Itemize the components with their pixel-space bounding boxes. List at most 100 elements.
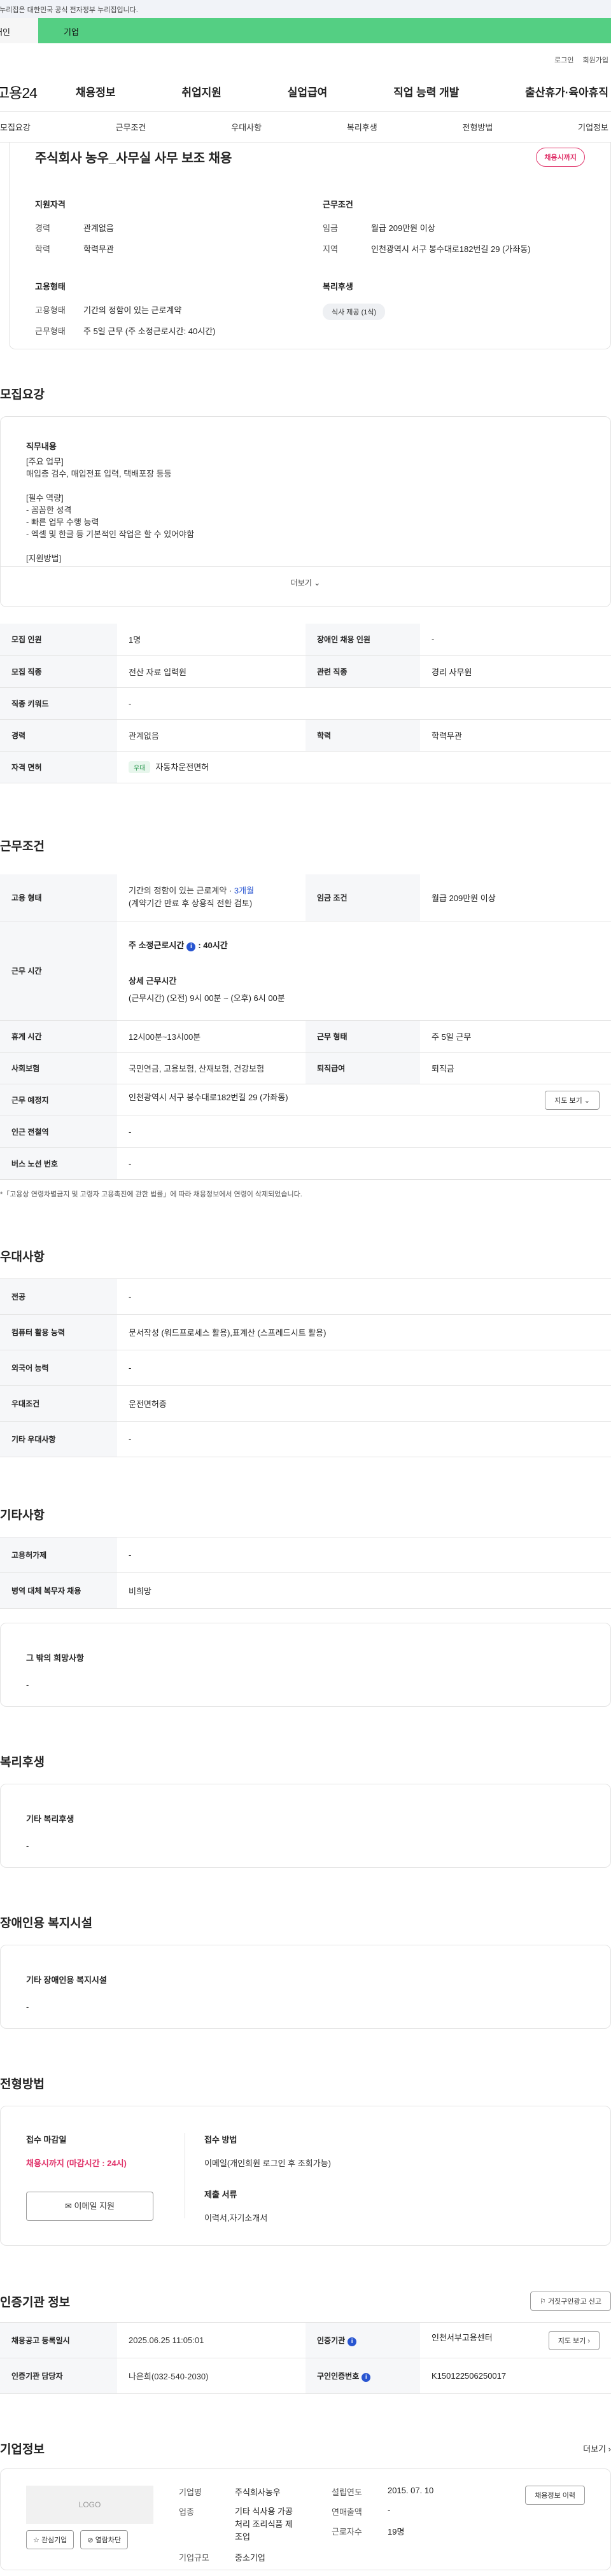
hours-detail-label: 상세 근무시간 bbox=[129, 976, 177, 986]
company-actions: 채용정보 이력 bbox=[484, 2486, 585, 2553]
more-button[interactable]: 더보기 ⌄ bbox=[1, 566, 610, 598]
login-link[interactable]: 로그인 bbox=[554, 55, 573, 71]
tab-recruit[interactable]: 모집요강 bbox=[0, 121, 31, 133]
org-value-cell: 인천서부고용센터 지도 보기 › bbox=[420, 2322, 611, 2358]
welfare-heading: 복리후생 bbox=[323, 282, 353, 291]
favorite-button[interactable]: ☆ 관심기업 bbox=[26, 2530, 74, 2549]
cell-label: 경력 bbox=[0, 719, 117, 752]
cell-label: 전공 bbox=[0, 1278, 117, 1315]
tab-company[interactable]: 기업정보 bbox=[578, 121, 608, 133]
cell-label: 장애인 채용 인원 bbox=[306, 624, 420, 656]
cell-value: 경리 사무원 bbox=[420, 655, 611, 688]
cell-label: 고용허가제 bbox=[0, 1537, 117, 1573]
career-value: 관계없음 bbox=[83, 223, 114, 233]
site-logo[interactable]: 고용24 bbox=[0, 81, 76, 102]
company-more-link[interactable]: 더보기 › bbox=[583, 2442, 611, 2454]
tab-business[interactable]: 기업 bbox=[38, 18, 611, 43]
hours-weekly-value: : 40시간 bbox=[198, 940, 228, 950]
company-name-value: 주식회사농우 bbox=[235, 2488, 281, 2497]
welfare-section-title: 복리후생 bbox=[0, 1756, 45, 1769]
table-row: 자격 면허 우대 자동차운전면허 bbox=[0, 751, 611, 783]
desc-line: [주요 업무] bbox=[26, 457, 64, 466]
cell-label: 근무 형태 bbox=[306, 1020, 420, 1053]
block-label: 열람차단 bbox=[95, 2537, 122, 2544]
cell-label: 직종 키워드 bbox=[0, 687, 117, 720]
table-row: 버스 노선 번호 - bbox=[0, 1147, 611, 1180]
emptype-label: 고용형태 bbox=[35, 305, 66, 315]
cell-label: 학력 bbox=[306, 719, 420, 752]
industry-value: 기타 식사용 가공 처리 조리식품 제 조업 bbox=[235, 2505, 293, 2544]
other-wishes-label: 그 밖의 희망사항 bbox=[26, 1653, 84, 1663]
cell-label: 외국어 능력 bbox=[0, 1350, 117, 1386]
wage-value: 월급 209만원 이상 bbox=[371, 223, 435, 233]
emp-cell: 기간의 정함이 있는 근로계약 · 3개월 (계약기간 만료 후 상용직 전환 검… bbox=[117, 874, 306, 921]
cell-label: 인증기관 bbox=[317, 2335, 346, 2345]
cell-value: 12시00분~13시00분 bbox=[117, 1020, 306, 1053]
preference-table: 전공 - 컴퓨터 활용 능력 문서작성 (워드프로세스 활용),표계산 (스프레드시… bbox=[0, 1278, 611, 1457]
tab-individual[interactable]: 개인 bbox=[0, 18, 38, 43]
cell-label: 근무 시간 bbox=[0, 921, 117, 1021]
cell-label: 구인인증번호 bbox=[317, 2371, 360, 2381]
desc-line: [지원방법] bbox=[26, 554, 62, 563]
info-icon[interactable]: i bbox=[186, 942, 196, 951]
gnb-item-training[interactable]: 직업 능력 개발 bbox=[393, 83, 459, 99]
cell-value: 2025.06.25 11:05:01 bbox=[117, 2322, 306, 2358]
welfare-chip: 식사 제공 (1식) bbox=[323, 304, 386, 320]
tab-preference[interactable]: 우대사항 bbox=[231, 121, 262, 133]
cell-value: (계약기간 만료 후 상용직 전환 검토) bbox=[129, 899, 253, 909]
more-label: 더보기 bbox=[290, 578, 312, 587]
email-apply-button[interactable]: ✉ 이메일 지원 bbox=[26, 2192, 153, 2221]
chevron-right-icon: › bbox=[608, 2444, 611, 2454]
info-icon[interactable]: i bbox=[362, 2372, 371, 2382]
company-section-title: 기업정보 bbox=[0, 2443, 45, 2456]
cell-value: - bbox=[420, 624, 611, 656]
info-icon[interactable]: i bbox=[348, 2337, 357, 2346]
cell-label: 인증기관 담당자 bbox=[0, 2358, 117, 2394]
company-logo: LOGO bbox=[26, 2486, 153, 2524]
tab-process[interactable]: 전형방법 bbox=[463, 121, 493, 133]
favorite-label: 관심기업 bbox=[41, 2537, 67, 2544]
cell-label: 관련 직종 bbox=[306, 655, 420, 688]
gnb-item-leave[interactable]: 출산휴가·육아휴직 bbox=[525, 83, 608, 99]
page-title: 주식회사 농우_사무실 사무 보조 채용 bbox=[35, 151, 232, 165]
cell-value: - bbox=[117, 687, 611, 720]
signup-link[interactable]: 회원가입 bbox=[583, 55, 608, 71]
table-row: 경력 관계없음 학력 학력무관 bbox=[0, 719, 611, 752]
company-more-label: 더보기 bbox=[583, 2444, 607, 2454]
method-value: 이메일(개인회원 로그인 후 조회가능) bbox=[204, 2159, 331, 2168]
cell-label: 임금 조건 bbox=[306, 874, 420, 921]
map-button[interactable]: 지도 보기 ⌄ bbox=[545, 1090, 600, 1110]
license-cell: 우대 자동차운전면허 bbox=[117, 751, 611, 783]
agency-map-button[interactable]: 지도 보기 › bbox=[548, 2330, 600, 2350]
cell-value: 학력무관 bbox=[420, 719, 611, 752]
table-row: 기타 우대사항 - bbox=[0, 1421, 611, 1457]
table-row: 고용 형태 기간의 정함이 있는 근로계약 · 3개월 (계약기간 만료 후 상용… bbox=[0, 874, 611, 921]
report-label: 거짓구인광고 신고 bbox=[547, 2298, 601, 2306]
report-button[interactable]: ⚐ 거짓구인광고 신고 bbox=[530, 2292, 611, 2311]
section-tabs: 모집요강 근무조건 우대사항 복리후생 전형방법 기업정보 bbox=[0, 112, 611, 143]
cell-value: 자동차운전면허 bbox=[155, 762, 209, 772]
founded-value: 2015. 07. 10 bbox=[388, 2486, 434, 2495]
table-row: 모집 인원 1명 장애인 채용 인원 - bbox=[0, 624, 611, 656]
member-type-tabs: 개인 기업 bbox=[0, 18, 611, 43]
agency-section-title: 인증기관 정보 bbox=[0, 2295, 71, 2309]
work-table: 고용 형태 기간의 정함이 있는 근로계약 · 3개월 (계약기간 만료 후 상용… bbox=[0, 874, 611, 1180]
wage-label: 임금 bbox=[323, 223, 338, 233]
job-description-card: 직무내용 [주요 업무] 매입총 검수, 매입전표 입력, 택배포장 등등 [필… bbox=[0, 416, 611, 607]
block-button[interactable]: ⊘ 열람차단 bbox=[80, 2530, 129, 2549]
cell-label: 모집 직종 bbox=[0, 655, 117, 688]
gov-banner-text: 이 누리집은 대한민국 공식 전자정부 누리집입니다. bbox=[0, 6, 138, 14]
hiring-history-button[interactable]: 채용정보 이력 bbox=[525, 2486, 585, 2505]
docs-value: 이력서,자기소개서 bbox=[204, 2213, 268, 2223]
map-label: 지도 보기 bbox=[558, 2337, 586, 2345]
gnb-item-benefit[interactable]: 실업급여 bbox=[288, 83, 328, 99]
cell-label: 인근 전철역 bbox=[0, 1116, 117, 1148]
gnb-item-jobs[interactable]: 채용정보 bbox=[76, 83, 116, 99]
gnb-item-support[interactable]: 취업지원 bbox=[181, 83, 221, 99]
company-size-value: 중소기업 bbox=[235, 2553, 265, 2563]
tab-conditions[interactable]: 근무조건 bbox=[116, 121, 146, 133]
tab-welfare[interactable]: 복리후생 bbox=[347, 121, 377, 133]
education-label: 학력 bbox=[35, 244, 50, 254]
cell-label: 컴퓨터 활용 능력 bbox=[0, 1314, 117, 1350]
process-section-title: 전형방법 bbox=[0, 2078, 45, 2091]
